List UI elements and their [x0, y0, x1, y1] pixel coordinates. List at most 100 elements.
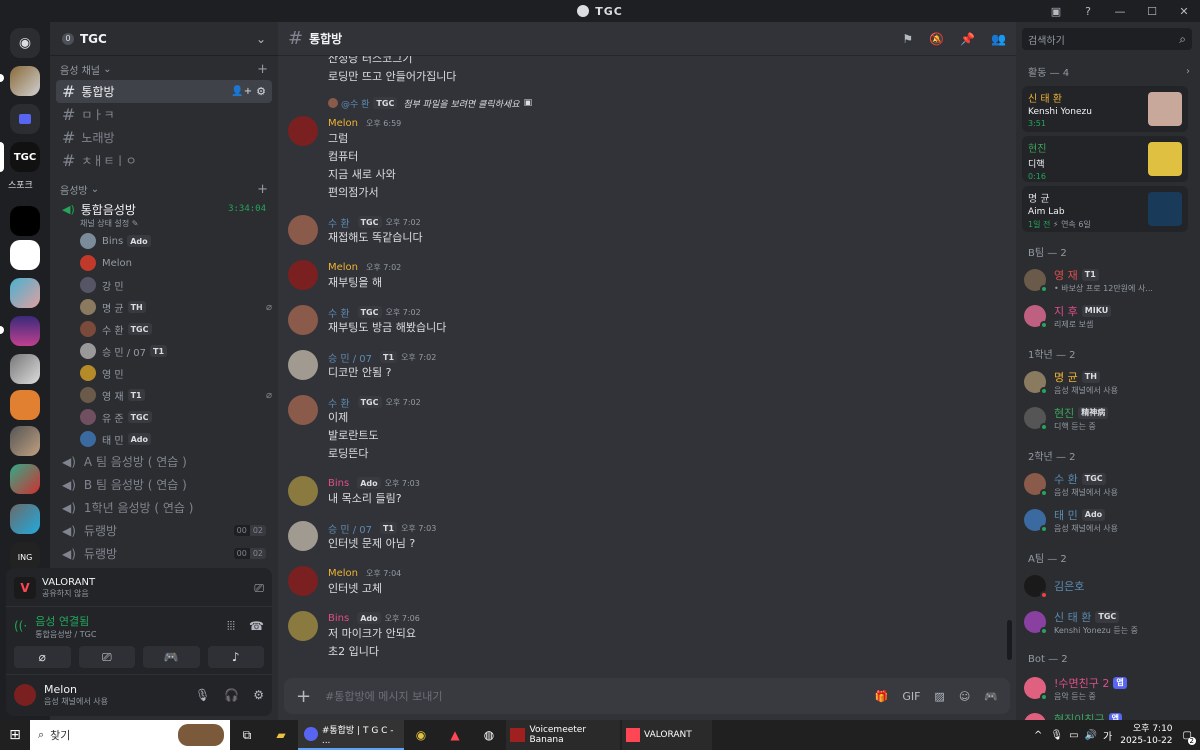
settings-icon[interactable]: ⚙	[253, 688, 264, 702]
gear-icon[interactable]: ⚙	[256, 85, 266, 98]
voice-channel[interactable]: ◀) 듀랭방 00 02	[56, 542, 272, 565]
language-icon[interactable]: 가	[1103, 728, 1112, 743]
taskbar-app-voicemeeter[interactable]: Voicemeeter Banana	[506, 720, 620, 750]
threads-icon[interactable]: ⚑	[902, 32, 913, 46]
activity-card[interactable]: 신 태 환 Kenshi Yonezu 3:51	[1022, 86, 1188, 132]
category-header[interactable]: 음성방 ⌄ +	[50, 178, 278, 200]
voice-user[interactable]: 영 민	[50, 362, 278, 384]
add-channel-icon[interactable]: +	[257, 182, 268, 197]
member-item[interactable]: 영 재 T1 • 바보상 프로 12만원에 사...	[1024, 262, 1192, 298]
file-explorer-icon[interactable]: ▰	[264, 728, 298, 742]
emoji-icon[interactable]: ☺	[959, 690, 970, 703]
member-item[interactable]: 태 민 Ado 음성 채널에서 사용	[1024, 502, 1192, 538]
voice-channel[interactable]: ◀) 1학년 음성방 ( 연습 )	[56, 496, 272, 519]
folder-icon[interactable]	[10, 104, 40, 134]
message-author[interactable]: Melon	[328, 262, 358, 273]
taskbar-app-discord[interactable]: #통합방 | T G C - ...	[298, 720, 404, 750]
member-item[interactable]: 수 환 TGC 음성 채널에서 사용	[1024, 466, 1192, 502]
taskbar-search[interactable]: ⌕ 찾기	[30, 720, 230, 750]
notification-icon[interactable]: ▢ 2	[1183, 730, 1196, 745]
noise-suppression-icon[interactable]: ⦙⦙⦙	[227, 619, 235, 634]
app-icon[interactable]: ◍	[472, 728, 506, 742]
close-button[interactable]: ✕	[1168, 0, 1200, 22]
voice-user[interactable]: 수 환 TGC	[50, 318, 278, 340]
search-bar[interactable]: 검색하기 ⌕	[1022, 28, 1192, 50]
server-icon[interactable]	[10, 354, 40, 384]
voice-user[interactable]: 강 민	[50, 274, 278, 296]
taskbar-app-valorant[interactable]: VALORANT	[622, 720, 712, 750]
add-channel-icon[interactable]: +	[257, 62, 268, 77]
chevron-up-icon[interactable]: ^	[1034, 730, 1042, 741]
avatar[interactable]	[288, 116, 318, 146]
chevron-right-icon[interactable]: ›	[1186, 66, 1190, 77]
channel-item[interactable]: # ㅊㅐㅌㅣㅇ	[56, 149, 272, 172]
voice-connected-label[interactable]: 음성 연결됨	[35, 613, 96, 629]
maximize-button[interactable]: ☐	[1136, 0, 1168, 22]
avatar[interactable]	[288, 350, 318, 380]
mute-icon[interactable]: 🔕	[929, 32, 944, 46]
screen-share-button[interactable]: ⎚	[78, 646, 135, 668]
message-author[interactable]: Bins	[328, 613, 349, 624]
add-attachment-icon[interactable]: +	[296, 686, 311, 707]
activity-button[interactable]: 🎮	[143, 646, 200, 668]
member-item[interactable]: 지 후 MIKU 리제로 보셈	[1024, 298, 1192, 334]
avatar[interactable]	[288, 395, 318, 425]
member-item[interactable]: !수면친구 2 앱 음악 듣는 중	[1024, 670, 1192, 706]
volume-icon[interactable]: 🔊	[1085, 730, 1097, 741]
gift-icon[interactable]: 🎁	[875, 690, 889, 703]
server-icon[interactable]	[10, 316, 40, 346]
server-spoke[interactable]: 스포크	[8, 178, 42, 192]
voice-user[interactable]: 유 준 TGC	[50, 406, 278, 428]
add-member-icon[interactable]: 👤+	[231, 86, 252, 97]
clock[interactable]: 오후 7:10 2025-10-22	[1120, 723, 1172, 747]
sticker-icon[interactable]: ▨	[934, 690, 944, 703]
inbox-icon[interactable]: ▣	[1040, 0, 1072, 22]
server-icon[interactable]	[10, 206, 40, 236]
avatar[interactable]	[14, 684, 36, 706]
headphones-icon[interactable]: 🎧	[224, 688, 239, 702]
share-screen-icon[interactable]: ⎚	[254, 581, 264, 596]
message-author[interactable]: Bins	[328, 478, 349, 489]
mic-icon[interactable]: 🎙	[195, 688, 210, 702]
channel-item[interactable]: # 노래방	[56, 126, 272, 149]
server-icon[interactable]	[10, 464, 40, 494]
category-header[interactable]: 음성 채널 ⌄ +	[50, 58, 278, 80]
message-author[interactable]: Melon	[328, 118, 358, 129]
avatar[interactable]	[288, 566, 318, 596]
member-item[interactable]: 현진 精神病 디핵 듣는 중	[1024, 400, 1192, 436]
message-author[interactable]: 수 환	[328, 305, 350, 320]
mic-icon[interactable]: 🎙	[1050, 730, 1063, 741]
message-author[interactable]: 승 민 / 07	[328, 350, 372, 365]
camera-off-button[interactable]: ⌀	[14, 646, 71, 668]
voice-user[interactable]: 태 민 Ado	[50, 428, 278, 450]
channel-status[interactable]: 채널 상태 설정 ✎	[50, 218, 278, 230]
member-item[interactable]: 현진이친구앱/도움말 방송 중	[1024, 706, 1192, 720]
message-author[interactable]: Melon	[328, 568, 358, 579]
voice-channel-label[interactable]: 통합음성방 / TGC	[35, 629, 96, 640]
avatar[interactable]	[288, 260, 318, 290]
server-icon[interactable]	[10, 426, 40, 456]
task-view-icon[interactable]: ⧉	[230, 728, 264, 743]
member-item[interactable]: 명 균 TH 음성 채널에서 사용	[1024, 364, 1192, 400]
chevron-down-icon[interactable]: ⌄	[256, 32, 266, 46]
search-input[interactable]: 검색하기	[1028, 32, 1179, 47]
server-nike[interactable]	[10, 240, 40, 270]
server-icon[interactable]	[10, 66, 40, 96]
member-item[interactable]: 김은호	[1024, 568, 1192, 604]
avatar[interactable]	[288, 476, 318, 506]
guild-header[interactable]: 0 TGC ⌄	[50, 22, 278, 56]
message-input-placeholder[interactable]: #통합방에 메시지 보내기	[325, 688, 875, 704]
chrome-icon[interactable]: ◉	[404, 728, 438, 742]
message-author[interactable]: 수 환	[328, 215, 350, 230]
voice-user[interactable]: Bins Ado	[50, 230, 278, 252]
help-icon[interactable]: ?	[1072, 0, 1104, 22]
activity-card[interactable]: 명 균 Aim Lab 1일 전 ⚡ 연속 6일	[1022, 186, 1188, 232]
voice-user[interactable]: 영 재 T1 ⌀	[50, 384, 278, 406]
pin-icon[interactable]: 📌	[960, 32, 975, 46]
channel-item[interactable]: # ㅁㅏㅋ	[56, 103, 272, 126]
voice-user[interactable]: 승 민 / 07 T1	[50, 340, 278, 362]
voice-channel[interactable]: ◀) 듀랭방 00 02	[56, 519, 272, 542]
members-icon[interactable]: 👥	[991, 32, 1006, 46]
voice-channel[interactable]: ◀) B 팀 음성방 ( 연습 )	[56, 473, 272, 496]
scrollbar[interactable]	[1007, 620, 1012, 660]
